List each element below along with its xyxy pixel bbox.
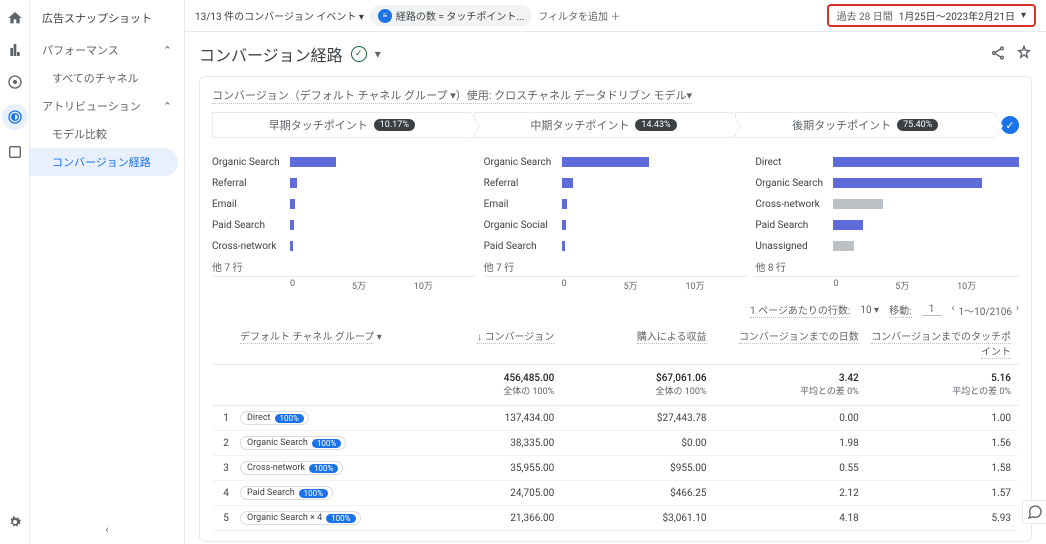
main-card: コンバージョン（デフォルト チャネル グループ ▾）使用: クロスチャネル デー… xyxy=(199,76,1032,542)
table-row[interactable]: 4 Paid Search 100% 24,705.00 $466.25 2.1… xyxy=(212,481,1019,506)
bar-row: Organic Search xyxy=(212,152,476,172)
bar-row: Organic Search xyxy=(484,152,748,172)
bar-row: Direct xyxy=(755,152,1019,172)
date-range-picker[interactable]: 過去 28 日間 1月25日～2023年2月21日 ▾ xyxy=(827,4,1036,27)
settings-icon[interactable] xyxy=(5,512,25,532)
bar-row: Paid Search xyxy=(755,215,1019,235)
bar-row: Cross-network xyxy=(212,236,476,256)
rows-per-page[interactable]: 10 ▾ xyxy=(860,305,879,316)
bar-row: Paid Search xyxy=(484,236,748,256)
bar-row: Cross-network xyxy=(755,194,1019,214)
section-performance[interactable]: パフォーマンス⌃ xyxy=(30,36,184,64)
advertising-icon[interactable] xyxy=(2,104,28,130)
channel-chip: Organic Search 100% xyxy=(240,436,346,450)
next-page-icon[interactable]: › xyxy=(1016,303,1019,318)
chevron-up-icon: ⌃ xyxy=(163,100,172,113)
col-rev[interactable]: 購入による収益 xyxy=(637,332,707,344)
tab-early[interactable]: 早期タッチポイント10.17% xyxy=(212,112,472,138)
channel-chip: Paid Search 100% xyxy=(240,486,333,500)
verified-icon: ✓ xyxy=(351,46,367,62)
col-channel[interactable]: デフォルト チャネル グループ xyxy=(240,332,374,344)
nav-rail xyxy=(0,0,30,544)
more-rows[interactable]: 他 7 行 xyxy=(212,257,476,276)
collapse-panel-icon[interactable]: ‹ xyxy=(105,523,108,536)
bar-row: Organic Search xyxy=(755,173,1019,193)
col-conv[interactable]: ↓ コンバージョン xyxy=(477,332,554,344)
touchpoint-tabs: 早期タッチポイント10.17% 中期タッチポイント14.43% 後期タッチポイン… xyxy=(212,112,1019,138)
side-panel: 広告スナップショット パフォーマンス⌃ すべてのチャネル アトリビューション⌃ … xyxy=(30,0,185,544)
title-menu[interactable]: ▾ xyxy=(375,47,381,61)
channel-chip: Direct 100% xyxy=(240,411,309,425)
page-title: コンバージョン経路 xyxy=(199,42,343,66)
bar-row: Referral xyxy=(484,173,748,193)
bar-row: Paid Search xyxy=(212,215,476,235)
paths-table: デフォルト チャネル グループ ▾ ↓ コンバージョン 購入による収益 コンバー… xyxy=(212,322,1019,531)
explore-icon[interactable] xyxy=(5,72,25,92)
table-row[interactable]: 3 Cross-network 100% 35,955.00 $955.00 0… xyxy=(212,456,1019,481)
col-tp[interactable]: コンバージョンまでのタッチポイント xyxy=(871,332,1011,359)
section-attribution[interactable]: アトリビューション⌃ xyxy=(30,92,184,120)
sidebar-item-all-channels[interactable]: すべてのチャネル xyxy=(30,64,184,92)
bar-row: Organic Social xyxy=(484,215,748,235)
chart-2: DirectOrganic SearchCross-networkPaid Se… xyxy=(755,152,1019,292)
tab-check-icon[interactable]: ✓ xyxy=(1001,116,1019,134)
feedback-icon[interactable] xyxy=(1022,500,1046,524)
sidebar-item-model[interactable]: モデル比較 xyxy=(30,120,184,148)
table-row[interactable]: 1 Direct 100% 137,434.00 $27,443.78 0.00… xyxy=(212,406,1019,431)
channel-chip: Organic Search × 4 100% xyxy=(240,511,361,525)
bar-row: Referral xyxy=(212,173,476,193)
configure-icon[interactable] xyxy=(5,142,25,162)
tab-late[interactable]: 後期タッチポイント75.40% xyxy=(735,112,995,138)
chevron-up-icon: ⌃ xyxy=(163,44,172,57)
reports-icon[interactable] xyxy=(5,40,25,60)
prev-page-icon[interactable]: ‹ xyxy=(952,303,955,318)
bar-row: Email xyxy=(484,194,748,214)
table-pager: 1 ページあたりの行数: 10 ▾ 移動: 1 ‹ 1～10/2106 › xyxy=(212,298,1019,322)
add-filter-button[interactable]: フィルタを追加 ＋ xyxy=(538,8,620,23)
bar-row: Unassigned xyxy=(755,236,1019,256)
home-icon[interactable] xyxy=(5,8,25,28)
channel-chip: Cross-network 100% xyxy=(240,461,343,475)
chevron-down-icon: ▾ xyxy=(1021,10,1026,21)
table-row[interactable]: 2 Organic Search 100% 38,335.00 $0.00 1.… xyxy=(212,431,1019,456)
more-rows[interactable]: 他 8 行 xyxy=(755,257,1019,276)
bar-row: Email xyxy=(212,194,476,214)
chart-0: Organic SearchReferralEmailPaid SearchCr… xyxy=(212,152,476,292)
more-rows[interactable]: 他 7 行 xyxy=(484,257,748,276)
card-subheader[interactable]: コンバージョン（デフォルト チャネル グループ ▾）使用: クロスチャネル デー… xyxy=(212,87,692,104)
filter-icon: ≡ xyxy=(378,9,392,23)
filter-chip-paths[interactable]: ≡経路の数 = タッチポイント... xyxy=(370,5,532,26)
topbar: 13/13 件のコンバージョン イベント ▾ ≡経路の数 = タッチポイント..… xyxy=(185,0,1046,32)
insights-icon[interactable] xyxy=(1016,45,1032,64)
conv-events-dropdown[interactable]: 13/13 件のコンバージョン イベント ▾ xyxy=(195,8,364,23)
share-icon[interactable] xyxy=(990,45,1006,64)
panel-title: 広告スナップショット xyxy=(30,0,184,36)
page-range: 1～10/2106 xyxy=(959,303,1012,318)
tab-mid[interactable]: 中期タッチポイント14.43% xyxy=(474,112,734,138)
sidebar-item-paths[interactable]: コンバージョン経路 xyxy=(30,148,178,176)
goto-page-input[interactable]: 1 xyxy=(922,304,942,316)
table-row[interactable]: 5 Organic Search × 4 100% 21,366.00 $3,0… xyxy=(212,506,1019,531)
chart-1: Organic SearchReferralEmailOrganic Socia… xyxy=(484,152,748,292)
col-days[interactable]: コンバージョンまでの日数 xyxy=(739,332,859,344)
